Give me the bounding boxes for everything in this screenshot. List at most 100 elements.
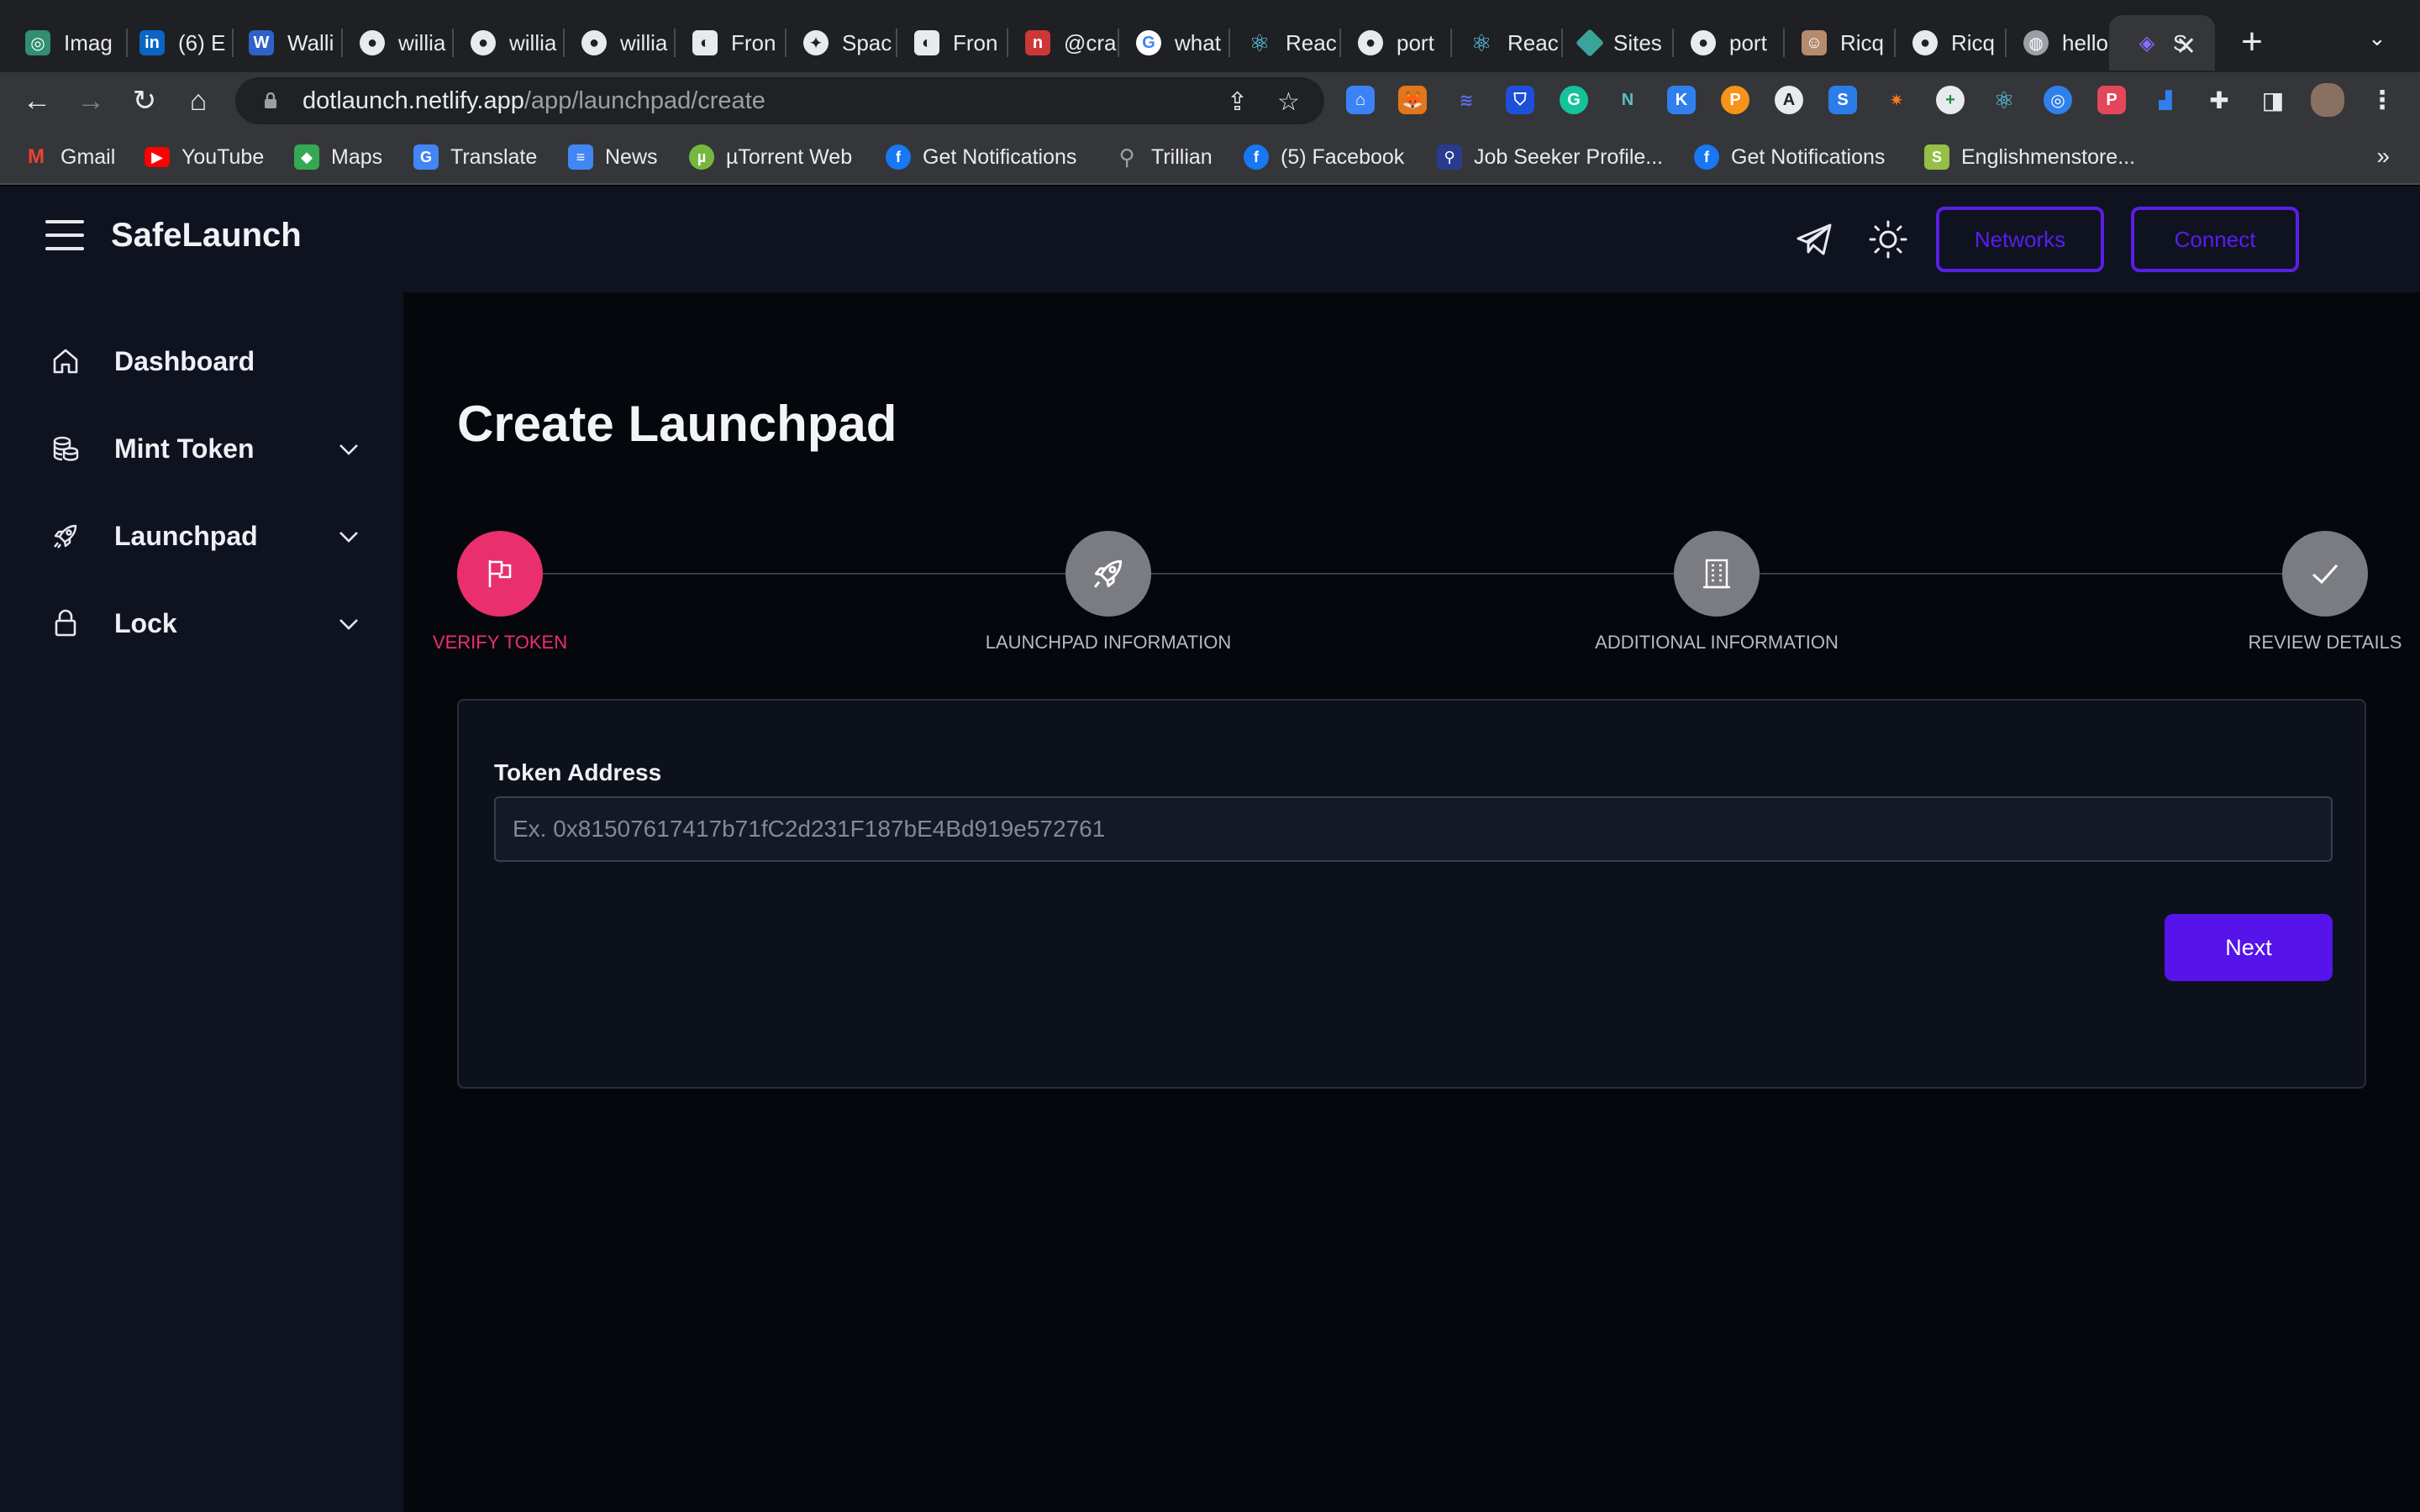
- bookmark-item[interactable]: M Gmail: [24, 143, 115, 171]
- building-icon: [1703, 559, 1730, 589]
- extension-icon[interactable]: N: [1613, 86, 1642, 114]
- networks-button[interactable]: Networks: [1936, 207, 2104, 272]
- react-devtools-icon[interactable]: ⚛: [1990, 86, 2018, 114]
- browser-tab[interactable]: ✦ Spac: [778, 15, 897, 71]
- browser-tab[interactable]: ◍ hello: [1998, 15, 2118, 71]
- bookmark-item[interactable]: S Englishmenstore...: [1924, 143, 2135, 171]
- translate-icon: G: [413, 144, 439, 170]
- extension-icon[interactable]: S: [1828, 86, 1857, 114]
- openai-icon: ◎: [25, 30, 50, 55]
- browser-tab[interactable]: ☺ Ricq: [1776, 15, 1896, 71]
- browser-tab[interactable]: ● Ricq: [1887, 15, 2007, 71]
- news-icon: ≡: [568, 144, 593, 170]
- side-panel-icon[interactable]: ◨: [2259, 86, 2287, 114]
- browser-tab[interactable]: ◐ Fron: [889, 15, 1008, 71]
- safelaunch-icon: ◈: [2139, 31, 2155, 55]
- app-header: SafeLaunch Networks Connect: [0, 186, 2420, 292]
- bookmark-item[interactable]: f Get Notifications: [1694, 143, 1885, 171]
- bookmark-item[interactable]: ⚲ Job Seeker Profile...: [1437, 143, 1663, 171]
- browser-tab[interactable]: Gwhat: [1111, 15, 1230, 71]
- youtube-icon: ▶: [145, 147, 170, 167]
- telegram-icon[interactable]: [1793, 218, 1835, 260]
- gmail-icon: M: [28, 145, 45, 168]
- step-verify-token[interactable]: [457, 531, 543, 617]
- github-icon: ●: [581, 30, 607, 55]
- tab-search-chevron-icon[interactable]: ⌄: [2368, 25, 2386, 51]
- star-icon[interactable]: ☆: [1277, 87, 1300, 117]
- close-tab-icon[interactable]: ✕: [2175, 32, 2196, 61]
- step-review-details[interactable]: [2282, 531, 2368, 617]
- sidebar-item-label: Dashboard: [114, 345, 255, 376]
- menu-dots-icon[interactable]: ⋮: [2368, 86, 2396, 114]
- address-bar[interactable]: dotlaunch.netlify.app/app/launchpad/crea…: [235, 77, 1324, 124]
- next-button[interactable]: Next: [2165, 914, 2333, 981]
- bookmark-item[interactable]: G Translate: [413, 143, 537, 171]
- browser-tab[interactable]: ◐ Fron: [667, 15, 786, 71]
- bookmark-item[interactable]: µ µTorrent Web: [689, 143, 852, 171]
- new-tab-button[interactable]: +: [2235, 20, 2269, 64]
- browser-tab[interactable]: W Walli: [224, 15, 343, 71]
- sidebar-item-label: Lock: [114, 607, 177, 638]
- extension-icon[interactable]: ▟: [2151, 86, 2180, 114]
- sidebar-item-dashboard[interactable]: Dashboard: [50, 336, 361, 386]
- extension-icon[interactable]: A: [1775, 86, 1803, 114]
- more-bookmarks-button[interactable]: »: [2376, 143, 2390, 170]
- frontend-icon: ◐: [914, 30, 939, 55]
- chevron-down-icon: [339, 532, 358, 543]
- theme-toggle-sun-icon[interactable]: [1867, 218, 1909, 260]
- browser-tab-active[interactable]: ◈ S ✕: [2109, 15, 2215, 71]
- bookmark-item[interactable]: ⚲ Trillian: [1114, 143, 1212, 171]
- bookmark-item[interactable]: f (5) Facebook: [1244, 143, 1404, 171]
- browser-tab[interactable]: Sites: [1555, 15, 1674, 71]
- back-button[interactable]: ←: [20, 84, 54, 118]
- extension-icon[interactable]: ⌂: [1346, 86, 1375, 114]
- browser-tab[interactable]: ● port: [1665, 15, 1785, 71]
- sidebar-item-launchpad[interactable]: Launchpad: [50, 511, 361, 561]
- token-address-input[interactable]: [494, 796, 2333, 862]
- brand-logo-text[interactable]: SafeLaunch: [111, 217, 302, 255]
- browser-tab[interactable]: ● port: [1333, 15, 1452, 71]
- browser-tab[interactable]: n @cra: [1000, 15, 1119, 71]
- grammarly-icon[interactable]: G: [1560, 86, 1588, 114]
- home-button[interactable]: ⌂: [182, 84, 215, 118]
- browser-tab[interactable]: ● willia: [334, 15, 454, 71]
- sidebar-item-mint-token[interactable]: Mint Token: [50, 423, 361, 474]
- avatar-icon: ☺: [1802, 30, 1827, 55]
- bookmark-item[interactable]: ▶ YouTube: [145, 143, 264, 171]
- extension-icon[interactable]: ✷: [1882, 86, 1911, 114]
- profile-avatar[interactable]: [2311, 83, 2344, 117]
- extension-icon[interactable]: K: [1667, 86, 1696, 114]
- bookmark-item[interactable]: ◆ Maps: [294, 143, 382, 171]
- bitwarden-icon[interactable]: ⛉: [1506, 86, 1534, 114]
- browser-tab[interactable]: ⚛ Reac: [1222, 15, 1341, 71]
- forward-button[interactable]: →: [74, 84, 108, 118]
- sidebar-item-lock[interactable]: Lock: [50, 598, 361, 648]
- github-icon: ●: [1358, 30, 1383, 55]
- reload-button[interactable]: ↻: [128, 84, 161, 118]
- extension-icon[interactable]: ◎: [2044, 86, 2072, 114]
- chevron-down-icon: [339, 619, 358, 630]
- extension-icon[interactable]: +: [1936, 86, 1965, 114]
- facebook-icon: f: [886, 144, 911, 170]
- browser-tab[interactable]: ● willia: [556, 15, 676, 71]
- step-launchpad-information[interactable]: [1065, 531, 1151, 617]
- maps-icon: ◆: [294, 144, 319, 170]
- share-icon[interactable]: ⇪: [1227, 87, 1248, 117]
- bookmark-item[interactable]: ≡ News: [568, 143, 658, 171]
- step-additional-information[interactable]: [1674, 531, 1760, 617]
- browser-tab[interactable]: ◎ Imag: [0, 15, 128, 71]
- connect-button[interactable]: Connect: [2131, 207, 2299, 272]
- browser-tab[interactable]: ⚛ Reac: [1444, 15, 1563, 71]
- stepper-track: [497, 573, 2338, 575]
- browser-tab[interactable]: ● willia: [445, 15, 565, 71]
- browser-tab[interactable]: in (6) E: [114, 15, 234, 71]
- bookmark-item[interactable]: f Get Notifications: [886, 143, 1076, 171]
- extension-icon[interactable]: ≋: [1452, 86, 1481, 114]
- sidebar: Dashboard Mint Token Launchpad Lock: [0, 292, 403, 1512]
- extension-icon[interactable]: P: [2097, 86, 2126, 114]
- step-label-verify-token: VERIFY TOKEN: [432, 632, 568, 653]
- hamburger-menu-icon[interactable]: [45, 220, 84, 254]
- extension-icon[interactable]: P: [1721, 86, 1749, 114]
- metamask-icon[interactable]: 🦊: [1398, 86, 1427, 114]
- puzzle-icon[interactable]: ✚: [2205, 86, 2233, 114]
